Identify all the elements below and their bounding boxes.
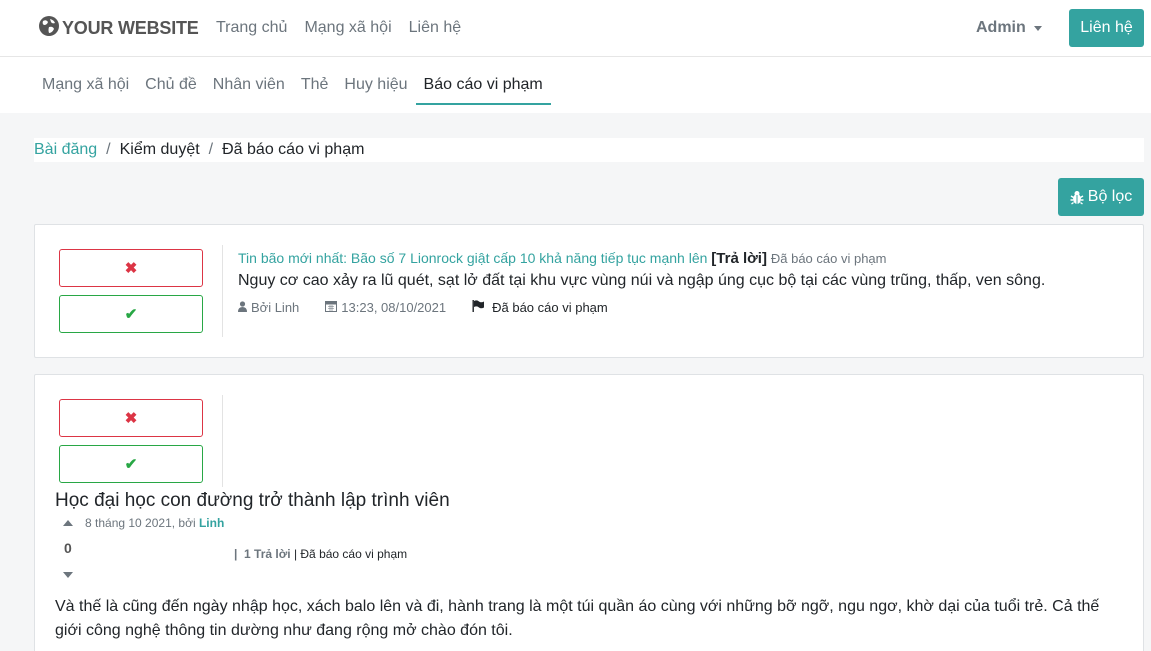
- main-nav: Trang chủ Mạng xã hội Liên hệ: [216, 19, 478, 37]
- approve-button[interactable]: ✔: [59, 445, 203, 483]
- globe-icon: [38, 15, 60, 42]
- nav-contact[interactable]: Liên hệ: [409, 19, 462, 37]
- divider: [222, 395, 223, 487]
- question-info: | 1 Trả lời | Đã báo cáo vi phạm: [234, 547, 407, 561]
- subnav-staff[interactable]: Nhân viên: [213, 76, 285, 105]
- post-meta: Bởi Linh 13:23, 08/10/2021 Đã báo cáo vi…: [238, 300, 634, 315]
- nav-home[interactable]: Trang chủ: [216, 19, 287, 37]
- logo-text: YOUR WEBSITE: [62, 17, 199, 38]
- breadcrumb-reported: Đã báo cáo vi phạm: [222, 141, 365, 158]
- question-author[interactable]: Linh: [199, 516, 224, 530]
- user-icon: [238, 300, 247, 315]
- info-separator: |: [234, 547, 238, 561]
- reply-tag: [Trả lời]: [711, 250, 767, 267]
- user-name: Admin: [976, 19, 1026, 36]
- reported-post-card: ✖ ✔ Tin bão mới nhất: Bão số 7 Lionrock …: [34, 224, 1144, 358]
- bug-icon: [1070, 190, 1084, 205]
- caret-down-icon: [1033, 25, 1042, 31]
- check-icon: ✔: [124, 306, 138, 323]
- subnav-topics[interactable]: Chủ đề: [145, 76, 197, 105]
- top-navbar: YOUR WEBSITE Trang chủ Mạng xã hội Liên …: [0, 0, 1151, 57]
- post-datetime: 13:23, 08/10/2021: [325, 300, 446, 315]
- breadcrumb-separator: /: [208, 141, 214, 158]
- subnav-reports[interactable]: Báo cáo vi phạm: [415, 76, 551, 105]
- subnav-social[interactable]: Mạng xã hội: [42, 76, 129, 105]
- nav-social[interactable]: Mạng xã hội: [304, 19, 391, 37]
- subnav-badges[interactable]: Huy hiệu: [344, 76, 407, 105]
- vote-count: 0: [64, 540, 72, 556]
- breadcrumb-moderation: Kiểm duyệt: [119, 141, 200, 158]
- post-body: Nguy cơ cao xảy ra lũ quét, sạt lở đất t…: [238, 272, 1046, 289]
- check-icon: ✔: [124, 456, 138, 473]
- question-status: | Đã báo cáo vi phạm: [293, 547, 408, 561]
- upvote-icon[interactable]: [63, 520, 73, 526]
- question-date: 8 tháng 10 2021, bởi Linh: [85, 516, 225, 530]
- close-icon: ✖: [124, 260, 138, 277]
- post-title-link[interactable]: Tin bão mới nhất: Bão số 7 Lionrock giật…: [238, 250, 707, 266]
- question-body: Và thế là cũng đến ngày nhập học, xách b…: [55, 598, 1100, 639]
- downvote-icon[interactable]: [63, 572, 73, 578]
- divider: [222, 245, 223, 337]
- calendar-icon: [325, 300, 338, 315]
- approve-button[interactable]: ✔: [59, 295, 203, 333]
- filter-button[interactable]: Bộ lọc: [1058, 178, 1144, 216]
- breadcrumb-posts[interactable]: Bài đăng: [34, 141, 97, 159]
- reject-button[interactable]: ✖: [59, 249, 203, 287]
- post-title-line: Tin bão mới nhất: Bão số 7 Lionrock giật…: [238, 250, 886, 267]
- subnav-tags[interactable]: Thẻ: [301, 76, 329, 105]
- post-flag: Đã báo cáo vi phạm: [472, 300, 608, 315]
- reply-count[interactable]: 1 Trả lời: [244, 547, 291, 561]
- question-title[interactable]: Học đại học con đường trở thành lập trìn…: [55, 490, 450, 512]
- breadcrumb-separator: /: [106, 141, 111, 158]
- post-status: Đã báo cáo vi phạm: [770, 251, 887, 266]
- contact-button[interactable]: Liên hệ: [1069, 9, 1144, 47]
- admin-subnav: Mạng xã hội Chủ đề Nhân viên Thẻ Huy hiệ…: [0, 57, 1151, 113]
- user-menu[interactable]: Admin: [976, 19, 1042, 37]
- post-author: Bởi Linh: [238, 300, 299, 315]
- breadcrumb: Bài đăng / Kiểm duyệt / Đã báo cáo vi ph…: [34, 138, 1144, 162]
- close-icon: ✖: [124, 410, 138, 427]
- site-logo[interactable]: YOUR WEBSITE: [38, 15, 199, 42]
- filter-label: Bộ lọc: [1087, 188, 1133, 205]
- reject-button[interactable]: ✖: [59, 399, 203, 437]
- flag-icon: [472, 300, 485, 315]
- reported-question-card: ✖ ✔ Học đại học con đường trở thành lập …: [34, 374, 1144, 651]
